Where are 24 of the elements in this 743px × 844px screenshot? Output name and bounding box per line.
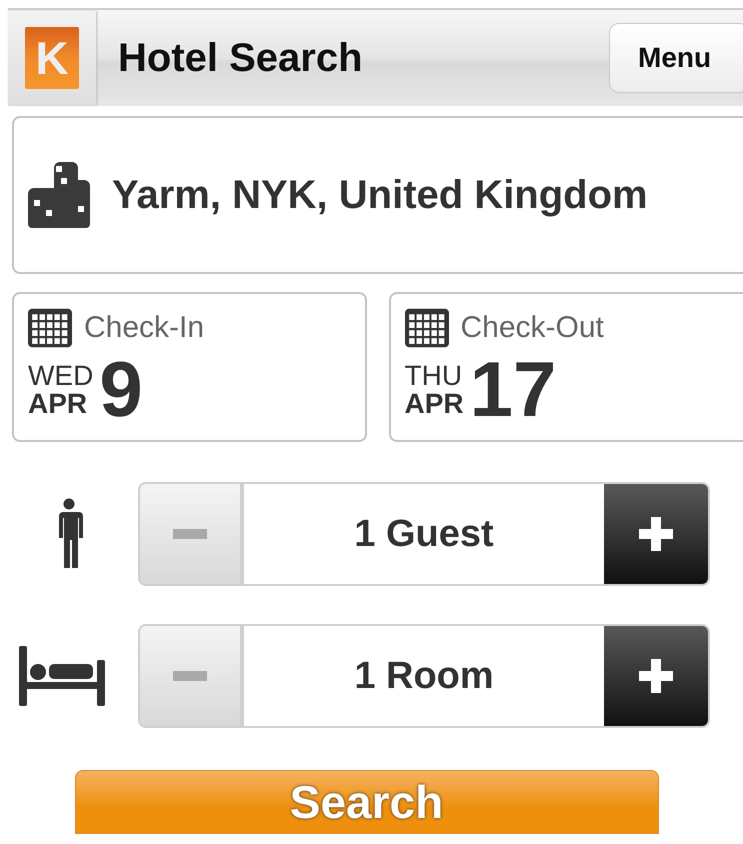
weekday-text: THU: [404, 362, 464, 390]
date-label: Check-In: [84, 311, 204, 345]
app-logo: K: [25, 27, 79, 89]
day-number: 9: [99, 352, 143, 426]
weekday-text: WED: [28, 362, 94, 390]
increment-button[interactable]: [604, 484, 708, 584]
calendar-icon: [28, 308, 72, 348]
month-text: APR: [28, 390, 88, 418]
stepper-value: 1 Room: [353, 654, 495, 698]
stepper-value: 1 Guest: [353, 512, 495, 556]
minus-icon: [173, 671, 207, 681]
calendar-icon: [404, 308, 448, 348]
plus-icon: [639, 659, 673, 693]
day-number: 17: [470, 352, 556, 426]
menu-button[interactable]: Menu: [609, 23, 743, 93]
building-icon: [28, 160, 92, 230]
date-label: Check-Out: [460, 311, 604, 345]
bed-icon: [19, 646, 105, 706]
minus-icon: [173, 529, 207, 539]
location-field[interactable]: Yarm, NYK, United Kingdom: [12, 116, 743, 274]
month-text: APR: [404, 390, 464, 418]
page-title: Hotel Search: [118, 36, 364, 80]
plus-icon: [639, 517, 673, 551]
increment-button[interactable]: [604, 626, 708, 726]
